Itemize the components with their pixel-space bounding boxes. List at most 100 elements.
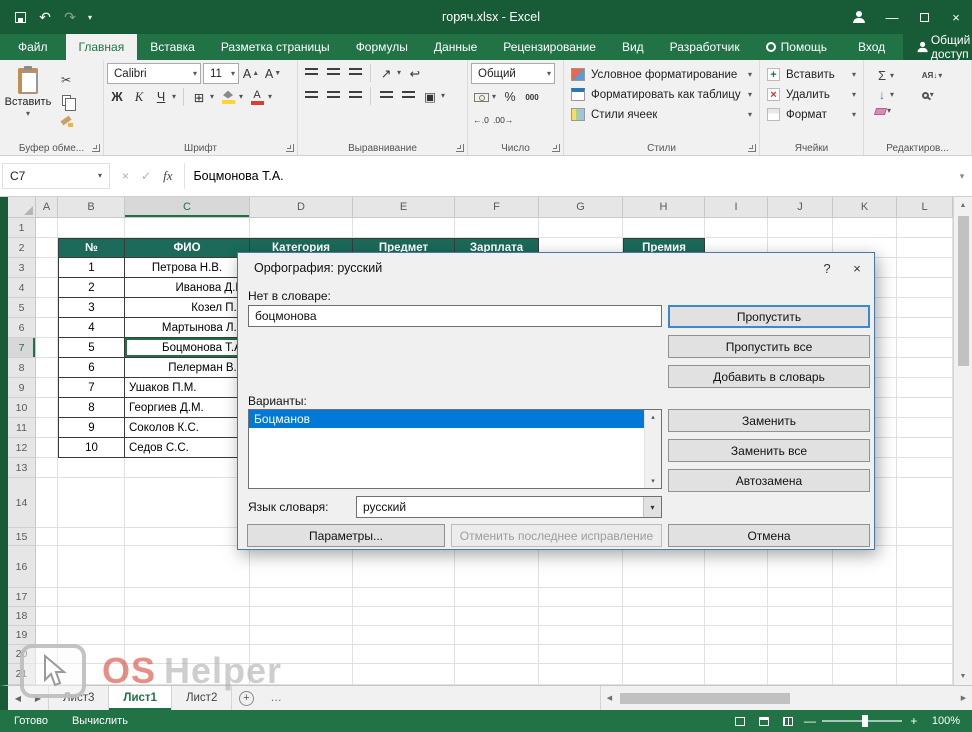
cell-F16[interactable] xyxy=(455,546,539,588)
cell-A2[interactable] xyxy=(36,238,58,258)
zoom-in-icon[interactable]: + xyxy=(904,714,924,728)
row-header-2[interactable]: 2 xyxy=(8,238,36,258)
cell-L3[interactable] xyxy=(897,258,953,278)
column-header-J[interactable]: J xyxy=(768,197,833,217)
number-dialog-launcher-icon[interactable] xyxy=(552,144,560,152)
font-color-dropdown-icon[interactable]: ▾ xyxy=(268,93,272,101)
increase-decimal-icon[interactable]: ←.0 xyxy=(471,110,491,130)
ribbon-tab-8[interactable]: Разработчик xyxy=(657,34,753,60)
cell-C15[interactable] xyxy=(125,528,250,546)
dialog-close-icon[interactable]: × xyxy=(842,255,872,281)
cell-G18[interactable] xyxy=(539,607,623,626)
copy-icon[interactable] xyxy=(55,92,77,109)
ignore-button[interactable]: Пропустить xyxy=(668,305,870,328)
align-left-icon[interactable] xyxy=(301,86,321,106)
sheet-nav-right-icon[interactable]: ▶ xyxy=(28,686,48,710)
cell-G19[interactable] xyxy=(539,626,623,645)
paste-button[interactable]: Вставить ▾ xyxy=(3,65,53,141)
cell-A16[interactable] xyxy=(36,546,58,588)
cell-B14[interactable] xyxy=(58,478,125,528)
cell-L5[interactable] xyxy=(897,298,953,318)
cell-A1[interactable] xyxy=(36,218,58,238)
cell-A18[interactable] xyxy=(36,607,58,626)
row-header-12[interactable]: 12 xyxy=(8,438,36,458)
save-icon[interactable] xyxy=(10,6,30,28)
cell-K19[interactable] xyxy=(833,626,897,645)
page-break-view-icon[interactable] xyxy=(776,710,800,732)
column-header-E[interactable]: E xyxy=(353,197,455,217)
cell-B18[interactable] xyxy=(58,607,125,626)
cell-K1[interactable] xyxy=(833,218,897,238)
undo-icon[interactable]: ↶ xyxy=(35,6,55,28)
new-sheet-button[interactable]: + xyxy=(232,686,260,710)
column-header-B[interactable]: B xyxy=(58,197,125,217)
cell-I19[interactable] xyxy=(705,626,768,645)
cell-A12[interactable] xyxy=(36,438,58,458)
ribbon-tab-4[interactable]: Формулы xyxy=(343,34,421,60)
zoom-out-icon[interactable]: — xyxy=(800,714,820,728)
cell-A15[interactable] xyxy=(36,528,58,546)
column-header-D[interactable]: D xyxy=(250,197,353,217)
borders-dropdown-icon[interactable]: ▾ xyxy=(210,93,214,101)
cell-L8[interactable] xyxy=(897,358,953,378)
cell-C13[interactable] xyxy=(125,458,250,478)
cell-L21[interactable] xyxy=(897,664,953,685)
row-header-6[interactable]: 6 xyxy=(8,318,36,338)
row-header-19[interactable]: 19 xyxy=(8,626,36,645)
cell-G20[interactable] xyxy=(539,645,623,664)
dialog-titlebar[interactable]: Орфография: русский ? × xyxy=(238,253,874,283)
cell-C7[interactable]: Боцмонова Т.А. xyxy=(125,338,250,358)
cell-A11[interactable] xyxy=(36,418,58,438)
cell-A8[interactable] xyxy=(36,358,58,378)
horizontal-scrollbar[interactable]: ◀ ▶ xyxy=(600,686,972,710)
account-icon[interactable] xyxy=(842,0,876,34)
cell-C19[interactable] xyxy=(125,626,250,645)
cell-E16[interactable] xyxy=(353,546,455,588)
row-header-21[interactable]: 21 xyxy=(8,664,36,685)
sheet-nav-left-icon[interactable]: ◀ xyxy=(8,686,28,710)
cell-B3[interactable]: 1 xyxy=(58,258,125,278)
merge-center-icon[interactable]: ▣ xyxy=(420,86,440,106)
cell-L12[interactable] xyxy=(897,438,953,458)
cell-J20[interactable] xyxy=(768,645,833,664)
maximize-button[interactable] xyxy=(908,0,940,34)
suggestion-item[interactable]: Боцманов xyxy=(249,410,644,428)
cancel-entry-icon[interactable]: × xyxy=(122,169,129,183)
currency-dropdown-icon[interactable]: ▾ xyxy=(492,93,496,101)
cell-G17[interactable] xyxy=(539,588,623,607)
cell-C10[interactable]: Георгиев Д.М. xyxy=(125,398,250,418)
cell-B7[interactable]: 5 xyxy=(58,338,125,358)
cell-L2[interactable] xyxy=(897,238,953,258)
cell-J1[interactable] xyxy=(768,218,833,238)
cell-H21[interactable] xyxy=(623,664,705,685)
orientation-icon[interactable]: ↗ xyxy=(376,63,396,83)
ribbon-tab-6[interactable]: Рецензирование xyxy=(490,34,609,60)
cell-A4[interactable] xyxy=(36,278,58,298)
add-to-dictionary-button[interactable]: Добавить в словарь xyxy=(668,365,870,388)
cell-K16[interactable] xyxy=(833,546,897,588)
cell-C5[interactable]: Козел П.Э xyxy=(125,298,250,318)
cell-L16[interactable] xyxy=(897,546,953,588)
row-header-11[interactable]: 11 xyxy=(8,418,36,438)
ignore-all-button[interactable]: Пропустить все xyxy=(668,335,870,358)
zoom-level[interactable]: 100% xyxy=(924,715,972,727)
cell-F18[interactable] xyxy=(455,607,539,626)
status-calculate[interactable]: Вычислить xyxy=(60,710,140,732)
row-header-5[interactable]: 5 xyxy=(8,298,36,318)
cell-K17[interactable] xyxy=(833,588,897,607)
combo-dropdown-icon[interactable]: ▾ xyxy=(643,497,661,517)
cell-A13[interactable] xyxy=(36,458,58,478)
cell-F1[interactable] xyxy=(455,218,539,238)
cell-F21[interactable] xyxy=(455,664,539,685)
row-header-7[interactable]: 7 xyxy=(8,338,36,358)
ribbon-tab-1[interactable]: Главная xyxy=(66,34,138,60)
cell-C17[interactable] xyxy=(125,588,250,607)
change-button[interactable]: Заменить xyxy=(668,409,870,432)
misspelled-word-field[interactable]: боцмонова xyxy=(248,305,662,327)
column-header-F[interactable]: F xyxy=(455,197,539,217)
column-header-I[interactable]: I xyxy=(705,197,768,217)
zoom-slider[interactable] xyxy=(822,720,902,722)
ribbon-tab-5[interactable]: Данные xyxy=(421,34,490,60)
row-header-10[interactable]: 10 xyxy=(8,398,36,418)
paste-dropdown-icon[interactable]: ▾ xyxy=(26,110,30,118)
